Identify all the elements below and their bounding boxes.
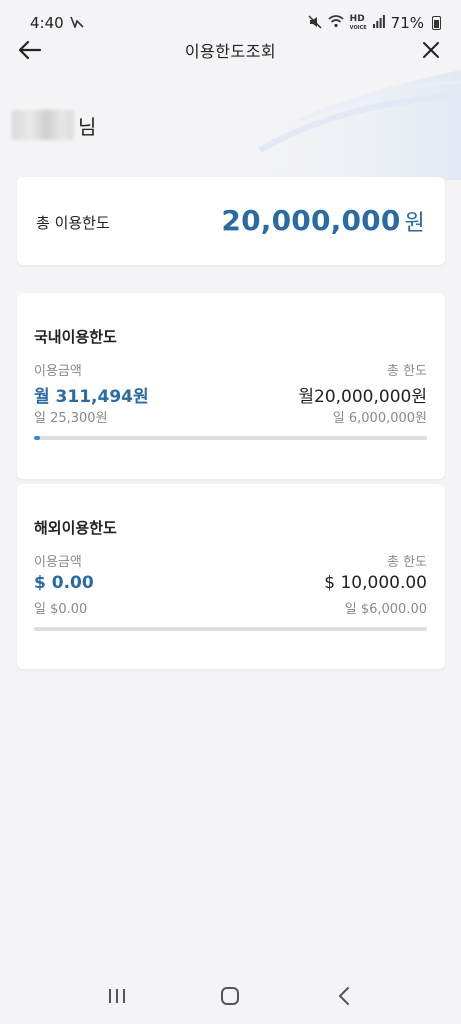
domestic-limit-monthly: 월20,000,000원: [298, 387, 427, 407]
wifi-icon: [328, 15, 344, 31]
total-limit-unit: 원: [404, 211, 425, 236]
hd-voice-icon: HD VOICE: [349, 13, 367, 31]
overseas-limit-monthly: $ 10,000.00: [324, 573, 427, 593]
arrow-left-icon: [18, 40, 42, 60]
app-bar: 이용한도조회: [0, 30, 461, 70]
total-limit-label: 총 이용한도: [36, 214, 110, 232]
total-limit-card: 총 이용한도 20,000,000 원: [17, 177, 445, 265]
overseas-limit-daily: 일 $6,000.00: [344, 602, 427, 617]
user-name-suffix: 님: [78, 114, 97, 139]
battery-icon: [432, 16, 441, 30]
recent-apps-icon: [108, 989, 125, 1003]
domestic-progress-bar: [34, 436, 427, 440]
nav-back-button[interactable]: [324, 976, 364, 1016]
domestic-title: 국내이용한도: [34, 328, 117, 346]
notification-icon: [69, 16, 84, 31]
domestic-used-monthly: 월 311,494원: [34, 387, 149, 407]
close-button[interactable]: [415, 36, 447, 64]
domestic-used-daily: 일 25,300원: [34, 411, 108, 426]
overseas-limit-card: 해외이용한도 이용금액 총 한도 $ 0.00 $ 10,000.00 일 $0…: [17, 484, 445, 669]
domestic-limit-label: 총 한도: [386, 364, 427, 379]
total-limit-value: 20,000,000 원: [221, 204, 425, 237]
user-name-redacted: [12, 110, 74, 140]
home-button[interactable]: [210, 976, 250, 1016]
overseas-used-monthly: $ 0.00: [34, 573, 94, 593]
domestic-progress-fill: [34, 436, 41, 440]
mute-icon: [308, 14, 322, 32]
domestic-limit-daily: 일 6,000,000원: [332, 411, 427, 426]
close-icon: [423, 42, 439, 58]
back-icon: [339, 987, 350, 1005]
total-limit-amount: 20,000,000: [221, 204, 401, 237]
domestic-used-label: 이용금액: [34, 364, 82, 379]
domestic-limit-card: 국내이용한도 이용금액 총 한도 월 311,494원 월20,000,000원…: [17, 293, 445, 479]
overseas-progress-bar: [34, 627, 427, 631]
page-title: 이용한도조회: [184, 42, 277, 61]
signal-icon: [372, 15, 385, 31]
home-icon: [221, 987, 240, 1005]
recent-apps-button[interactable]: [97, 976, 137, 1016]
user-greeting: 님: [12, 110, 96, 140]
overseas-used-daily: 일 $0.00: [34, 602, 88, 617]
system-nav-bar: [0, 968, 461, 1024]
overseas-used-label: 이용금액: [34, 555, 82, 570]
overseas-title: 해외이용한도: [34, 519, 117, 537]
back-button[interactable]: [14, 36, 46, 64]
overseas-limit-label: 총 한도: [386, 555, 427, 570]
